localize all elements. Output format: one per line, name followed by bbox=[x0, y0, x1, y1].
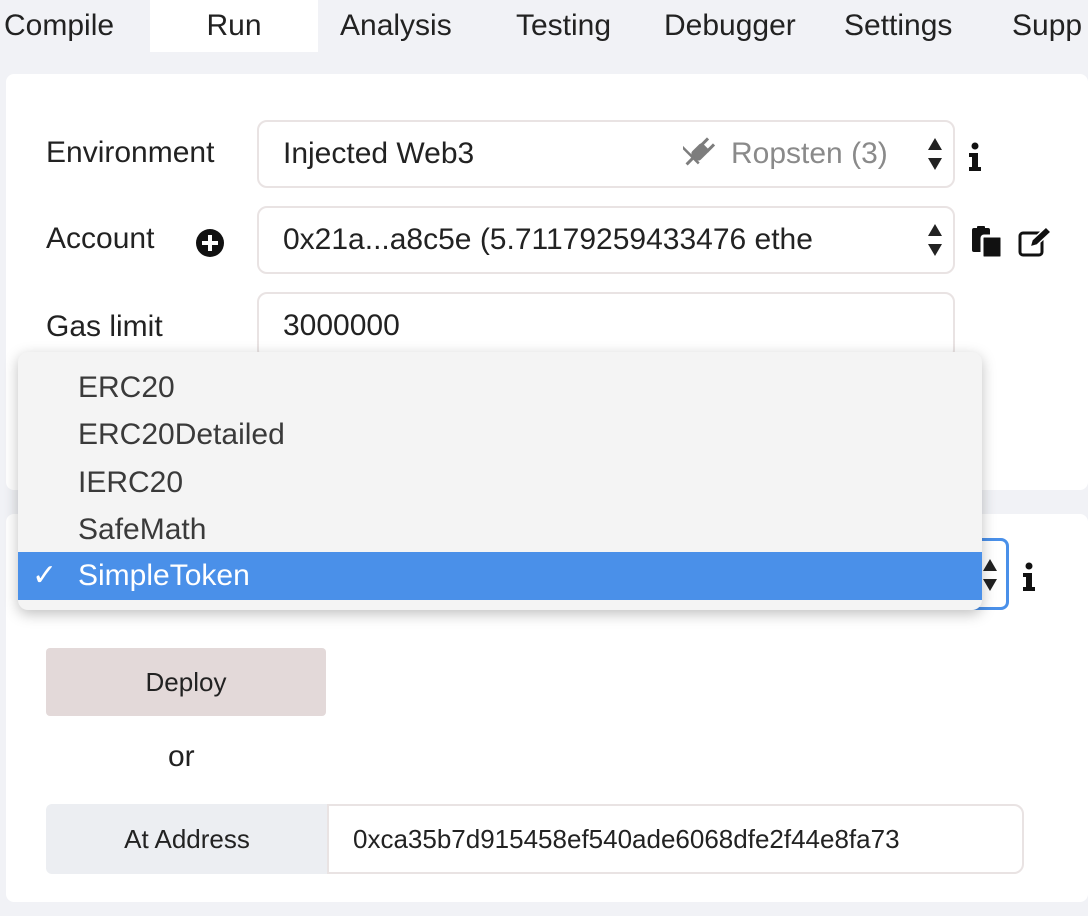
tab-compile[interactable]: Compile bbox=[4, 0, 114, 52]
contract-option-safemath[interactable]: SafeMath bbox=[18, 506, 982, 554]
tab-support[interactable]: Supp bbox=[1012, 0, 1082, 52]
gas-limit-input[interactable]: 3000000 bbox=[257, 292, 955, 360]
contract-option-ierc20[interactable]: IERC20 bbox=[18, 459, 982, 507]
gas-limit-label: Gas limit bbox=[46, 310, 163, 343]
contract-option-simpletoken[interactable]: ✓ SimpleToken bbox=[18, 552, 982, 600]
tab-testing[interactable]: Testing bbox=[516, 0, 611, 52]
environment-label: Environment bbox=[46, 136, 215, 169]
select-arrows-icon bbox=[983, 559, 997, 591]
tab-settings[interactable]: Settings bbox=[844, 0, 952, 52]
account-select[interactable]: 0x21a...a8c5e (5.71179259433476 ethe bbox=[257, 206, 955, 274]
check-icon: ✓ bbox=[32, 559, 58, 592]
copy-icon[interactable] bbox=[970, 226, 1004, 260]
environment-select[interactable]: Injected Web3 Ropsten (3) bbox=[257, 120, 955, 188]
select-arrows-icon bbox=[927, 222, 943, 258]
contract-option-erc20detailed[interactable]: ERC20Detailed bbox=[18, 411, 982, 459]
contract-option-label: SimpleToken bbox=[78, 559, 250, 592]
info-icon[interactable] bbox=[968, 142, 982, 172]
tab-bar: Compile Run Analysis Testing Debugger Se… bbox=[0, 0, 1088, 52]
tab-debugger[interactable]: Debugger bbox=[664, 0, 796, 52]
tab-analysis[interactable]: Analysis bbox=[340, 0, 452, 52]
edit-icon[interactable] bbox=[1017, 226, 1053, 258]
address-input[interactable]: 0xca35b7d915458ef540ade6068dfe2f44e8fa73 bbox=[327, 804, 1024, 874]
contract-option-erc20[interactable]: ERC20 bbox=[18, 364, 982, 412]
network-label: Ropsten (3) bbox=[731, 137, 888, 170]
select-arrows-icon bbox=[928, 138, 942, 170]
or-text: or bbox=[168, 740, 195, 773]
environment-value: Injected Web3 bbox=[283, 137, 475, 170]
add-account-icon[interactable] bbox=[195, 228, 225, 258]
at-address-button[interactable]: At Address bbox=[46, 804, 328, 874]
account-value: 0x21a...a8c5e (5.71179259433476 ethe bbox=[283, 223, 813, 256]
tab-run[interactable]: Run bbox=[150, 0, 318, 52]
contract-info-icon[interactable] bbox=[1022, 562, 1036, 592]
deploy-button[interactable]: Deploy bbox=[46, 648, 326, 716]
contract-dropdown-menu: ERC20 ERC20Detailed IERC20 SafeMath ✓ Si… bbox=[18, 352, 982, 610]
account-label: Account bbox=[46, 222, 155, 255]
gas-limit-value: 3000000 bbox=[283, 309, 400, 342]
plug-icon bbox=[676, 122, 719, 186]
